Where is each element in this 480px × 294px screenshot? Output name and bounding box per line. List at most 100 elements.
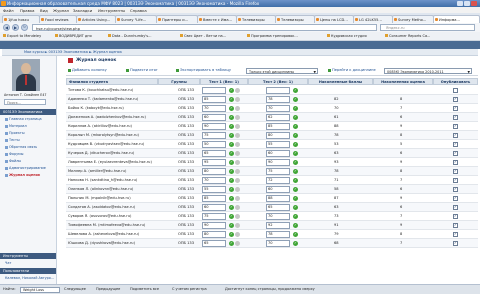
- test2-input[interactable]: 78: [266, 96, 290, 103]
- forward-button[interactable]: ▶: [12, 24, 19, 31]
- test2-input[interactable]: 88: [266, 195, 290, 202]
- test1-input[interactable]: 80: [202, 168, 226, 175]
- test2-input[interactable]: 78: [266, 231, 290, 238]
- col-publish[interactable]: Опубликовать: [433, 78, 478, 85]
- test1-input[interactable]: 85: [202, 96, 226, 103]
- highlight-all-button[interactable]: Подсветить все: [130, 287, 159, 291]
- publish-checkbox[interactable]: ✓: [453, 241, 458, 246]
- publish-checkbox[interactable]: ✓: [453, 214, 458, 219]
- student-name[interactable]: Солдатов А. (asoldatov@edu.hse.ru): [68, 205, 135, 209]
- sidebar-item-files[interactable]: Файлы: [5, 159, 21, 163]
- student-name[interactable]: Лаврентьева Е. (eyulaevrenteva@edu.hse.r…: [68, 160, 152, 164]
- test1-input[interactable]: [202, 87, 226, 94]
- publish-checkbox[interactable]: ✓: [453, 124, 458, 129]
- bookmark[interactable]: Кудрявская студия: [327, 34, 367, 38]
- test2-input[interactable]: 90: [266, 159, 290, 166]
- publish-checkbox[interactable]: ✓: [453, 178, 458, 183]
- test1-input[interactable]: 95: [202, 159, 226, 166]
- publish-checkbox[interactable]: ✓: [453, 106, 458, 111]
- bookmark[interactable]: Программа тренировок...: [247, 34, 298, 38]
- student-name[interactable]: Долженков А. (aadolzhenkov@edu.hse.ru): [68, 115, 146, 119]
- publish-checkbox[interactable]: ✓: [453, 187, 458, 192]
- col-grade[interactable]: Накопленная оценка: [373, 78, 433, 85]
- bookmark[interactable]: Свес Цвет - Ветчи на...: [180, 34, 226, 38]
- publish-checkbox[interactable]: ✓: [453, 169, 458, 174]
- close-button[interactable]: [471, 1, 477, 6]
- maximize-button[interactable]: [464, 1, 470, 6]
- student-name[interactable]: Миллер А. (amiller@edu.hse.ru): [68, 169, 126, 173]
- student-name[interactable]: Бойко К. (kaboyk@edu.hse.ru): [68, 106, 124, 110]
- test2-input[interactable]: 70: [266, 105, 290, 112]
- bookmark[interactable]: Data - Dunnhumby's...: [108, 34, 151, 38]
- student-name[interactable]: Королын М. (mkorolytsyn@edu.hse.ru): [68, 133, 139, 137]
- student-name[interactable]: Кириллов А. (akirillov@edu.hse.ru): [68, 124, 132, 128]
- address-bar[interactable]: hse.ru/course/view.php: [32, 24, 377, 31]
- test2-input[interactable]: 70: [266, 213, 290, 220]
- student-name[interactable]: Титова К. (kouchkatsu@edu.hse.ru): [68, 88, 133, 92]
- test2-input[interactable]: 60: [266, 186, 290, 193]
- test1-input[interactable]: 85: [202, 195, 226, 202]
- sidebar-item-material[interactable]: Материал: [5, 124, 27, 128]
- col-student[interactable]: Фамилия студента: [66, 78, 158, 85]
- test1-input[interactable]: 70: [202, 177, 226, 184]
- test2-input[interactable]: 80: [266, 132, 290, 139]
- student-name[interactable]: Тимофеевна М. (mtimofeeva@edu.hse.ru): [68, 223, 145, 227]
- test1-input[interactable]: 65: [202, 150, 226, 157]
- bookmark[interactable]: Consumer Reports Ca...: [385, 34, 430, 38]
- test2-input[interactable]: 62: [266, 114, 290, 121]
- filter-select[interactable]: Только этой дисциплины ▼: [246, 68, 318, 74]
- test1-input[interactable]: 75: [202, 132, 226, 139]
- reload-icon[interactable]: ↻: [21, 24, 28, 31]
- sidebar-item-tests[interactable]: Тесты: [5, 138, 20, 142]
- calc-total-button[interactable]: Подвести итог: [126, 68, 158, 72]
- student-name[interactable]: Кудрявцев В. (vkudryavtsev@edu.hse.ru): [68, 142, 144, 146]
- publish-checkbox[interactable]: [453, 88, 458, 93]
- publish-checkbox[interactable]: ✓: [453, 205, 458, 210]
- sidebar-search-input[interactable]: Поиск...: [4, 99, 46, 105]
- find-prev-button[interactable]: Предыдущее: [96, 287, 120, 291]
- student-name[interactable]: Олинков Л. (olinkovnn@edu.hse.ru): [68, 187, 133, 191]
- export-button[interactable]: Экспортировать в таблицу: [176, 68, 231, 72]
- match-case-checkbox[interactable]: С учетом регистра: [172, 287, 207, 291]
- test2-input[interactable]: 75: [266, 168, 290, 175]
- user-name[interactable]: Антонин Т. Смайлен Е47: [4, 93, 47, 97]
- minimize-button[interactable]: [457, 1, 463, 6]
- bookmark[interactable]: ВОДИВРЕДИТ дня: [55, 34, 92, 38]
- sidebar-item-forums[interactable]: Форумы: [5, 152, 23, 156]
- test1-input[interactable]: 75: [202, 213, 226, 220]
- test1-input[interactable]: 50: [202, 141, 226, 148]
- test1-input[interactable]: 90: [202, 222, 226, 229]
- test2-input[interactable]: 70: [266, 240, 290, 247]
- publish-checkbox[interactable]: ✓: [453, 196, 458, 201]
- test1-input[interactable]: 65: [202, 240, 226, 247]
- sidebar-item-projects[interactable]: Проекты: [5, 131, 25, 135]
- add-column-button[interactable]: Добавить колонку: [68, 68, 107, 72]
- test2-input[interactable]: 85: [266, 123, 290, 130]
- publish-checkbox[interactable]: ✓: [453, 133, 458, 138]
- test2-input[interactable]: 55: [266, 141, 290, 148]
- bookmark[interactable]: Export to Mendeley: [3, 34, 41, 38]
- sidebar-item-feedback[interactable]: Обратная связь: [5, 145, 37, 149]
- student-name[interactable]: Нанкова Н. (sankdtina_h@edu.hse.ru): [68, 178, 137, 182]
- sidebar-item-gradebook[interactable]: Журнал оценок: [5, 173, 40, 177]
- student-name[interactable]: Кучеров Д. (dkucherov@edu.hse.ru): [68, 151, 134, 155]
- search-input[interactable]: Яндекс.ru: [380, 24, 475, 31]
- sidebar-item-chat[interactable]: Чат: [5, 261, 11, 265]
- publish-checkbox[interactable]: ✓: [453, 115, 458, 120]
- publish-checkbox[interactable]: ✓: [453, 223, 458, 228]
- publish-checkbox[interactable]: ✓: [453, 151, 458, 156]
- test1-input[interactable]: 60: [202, 204, 226, 211]
- student-name[interactable]: Адаменко Т. (tadamenko@edu.hse.ru): [68, 97, 138, 101]
- col-test2[interactable]: Тест 2 (Вес: 1): [248, 78, 308, 85]
- test1-input[interactable]: 90: [202, 123, 226, 130]
- find-input[interactable]: Weight Loss: [20, 286, 60, 293]
- test2-input[interactable]: 60: [266, 150, 290, 157]
- sidebar-item-admin[interactable]: Администрирование: [5, 166, 46, 170]
- test2-input[interactable]: 72: [266, 177, 290, 184]
- back-button[interactable]: ◀: [3, 24, 10, 31]
- publish-checkbox[interactable]: ✓: [453, 97, 458, 102]
- test1-input[interactable]: 80: [202, 231, 226, 238]
- test2-input[interactable]: [266, 87, 290, 94]
- publish-checkbox[interactable]: ✓: [453, 142, 458, 147]
- sidebar-item-user[interactable]: Калевал, Николай Авгуро...: [5, 276, 54, 280]
